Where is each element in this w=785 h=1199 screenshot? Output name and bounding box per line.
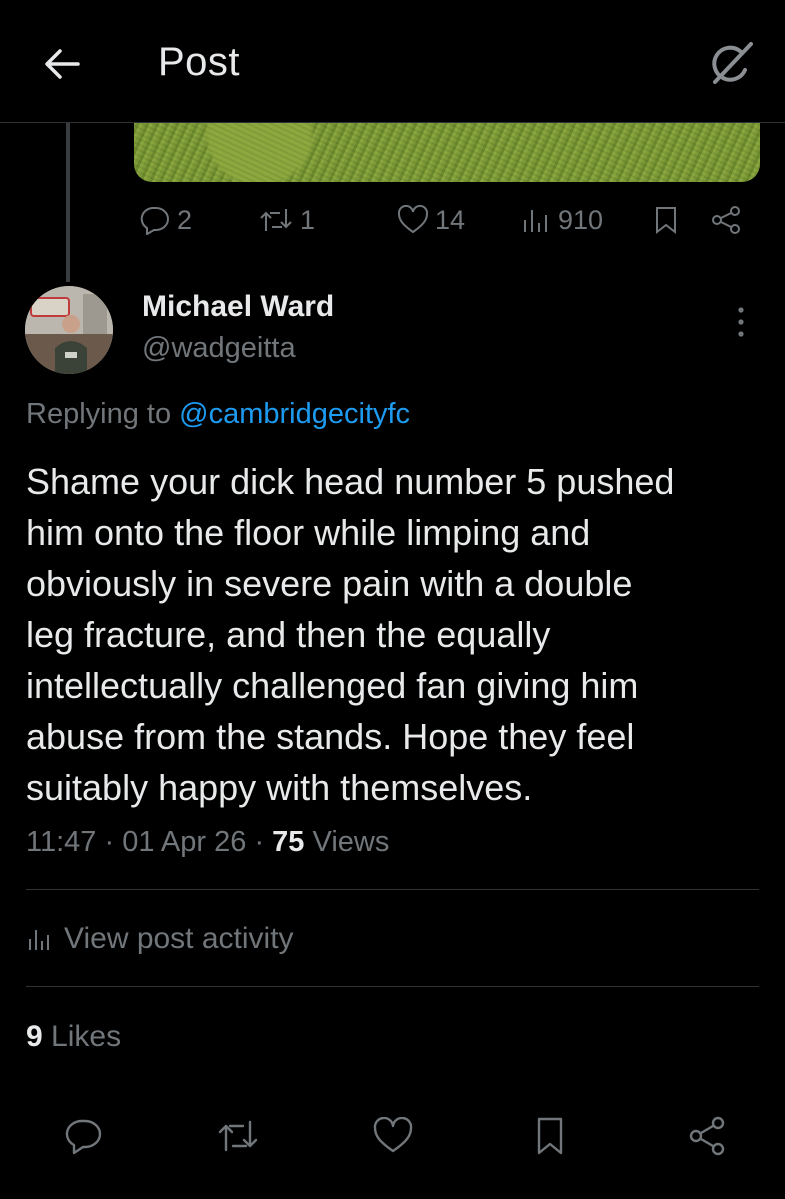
- post-meta: 11:47 · 01 Apr 26 · 75 Views: [26, 826, 389, 859]
- repost-icon: [218, 1120, 258, 1152]
- arrow-left-icon: [45, 49, 80, 79]
- repost-icon: [260, 209, 292, 231]
- bookmark-icon: [537, 1117, 563, 1155]
- post-date: 01 Apr 26: [122, 826, 247, 858]
- share-action[interactable]: [709, 204, 743, 236]
- replying-to: Replying to @cambridgecityfc: [26, 398, 410, 431]
- author-name[interactable]: Michael Ward: [142, 290, 334, 324]
- views-action[interactable]: 910: [520, 204, 603, 236]
- view-post-activity[interactable]: View post activity: [26, 922, 294, 956]
- bookmark-icon: [656, 207, 676, 235]
- grok-icon: [712, 42, 753, 84]
- thread-line: [66, 122, 70, 282]
- author-handle[interactable]: @wadgeitta: [142, 332, 296, 365]
- more-options-button[interactable]: [726, 304, 756, 340]
- avatar-photo: [25, 286, 113, 374]
- top-bar: Post: [0, 0, 785, 123]
- likes-label: Likes: [51, 1020, 122, 1053]
- bookmark-action[interactable]: [652, 204, 680, 236]
- reply-button[interactable]: [58, 1113, 108, 1159]
- repost-count: 1: [300, 204, 316, 235]
- views-count: 910: [558, 204, 604, 235]
- reply-count: 2: [177, 204, 193, 235]
- share-icon: [689, 1116, 725, 1156]
- post-time: 11:47: [26, 826, 97, 858]
- reply-icon: [65, 1119, 102, 1155]
- meta-separator: ·: [104, 826, 115, 858]
- like-action[interactable]: 14: [397, 204, 465, 236]
- repost-action[interactable]: 1: [258, 204, 315, 236]
- reply-action[interactable]: 2: [137, 204, 192, 236]
- divider: [26, 889, 759, 890]
- page-title: Post: [158, 40, 241, 84]
- views-label: Views: [312, 826, 390, 858]
- like-button[interactable]: [368, 1113, 418, 1159]
- divider: [26, 986, 759, 987]
- replying-prefix: Replying to: [26, 398, 172, 430]
- back-button[interactable]: [38, 40, 86, 88]
- repost-button[interactable]: [213, 1113, 263, 1159]
- view-post-activity-label: View post activity: [64, 922, 294, 955]
- bookmark-button[interactable]: [525, 1113, 575, 1159]
- share-icon: [712, 206, 740, 234]
- analytics-icon: [29, 930, 49, 950]
- meta-separator: ·: [254, 826, 265, 858]
- more-vertical-icon: [738, 307, 744, 337]
- reply-icon: [140, 207, 169, 235]
- likes-summary[interactable]: 9 Likes: [26, 1020, 121, 1054]
- heart-icon: [373, 1117, 413, 1153]
- post-text: Shame your dick head number 5 pushed him…: [26, 461, 675, 808]
- views-number: 75: [272, 826, 305, 858]
- grok-button[interactable]: [705, 38, 757, 90]
- likes-number: 9: [26, 1020, 43, 1053]
- replying-handle-link[interactable]: @cambridgecityfc: [179, 398, 410, 430]
- views-icon: [524, 210, 547, 232]
- like-count: 14: [435, 204, 466, 235]
- share-button[interactable]: [682, 1113, 732, 1159]
- avatar[interactable]: [25, 286, 113, 374]
- heart-icon: [397, 205, 429, 234]
